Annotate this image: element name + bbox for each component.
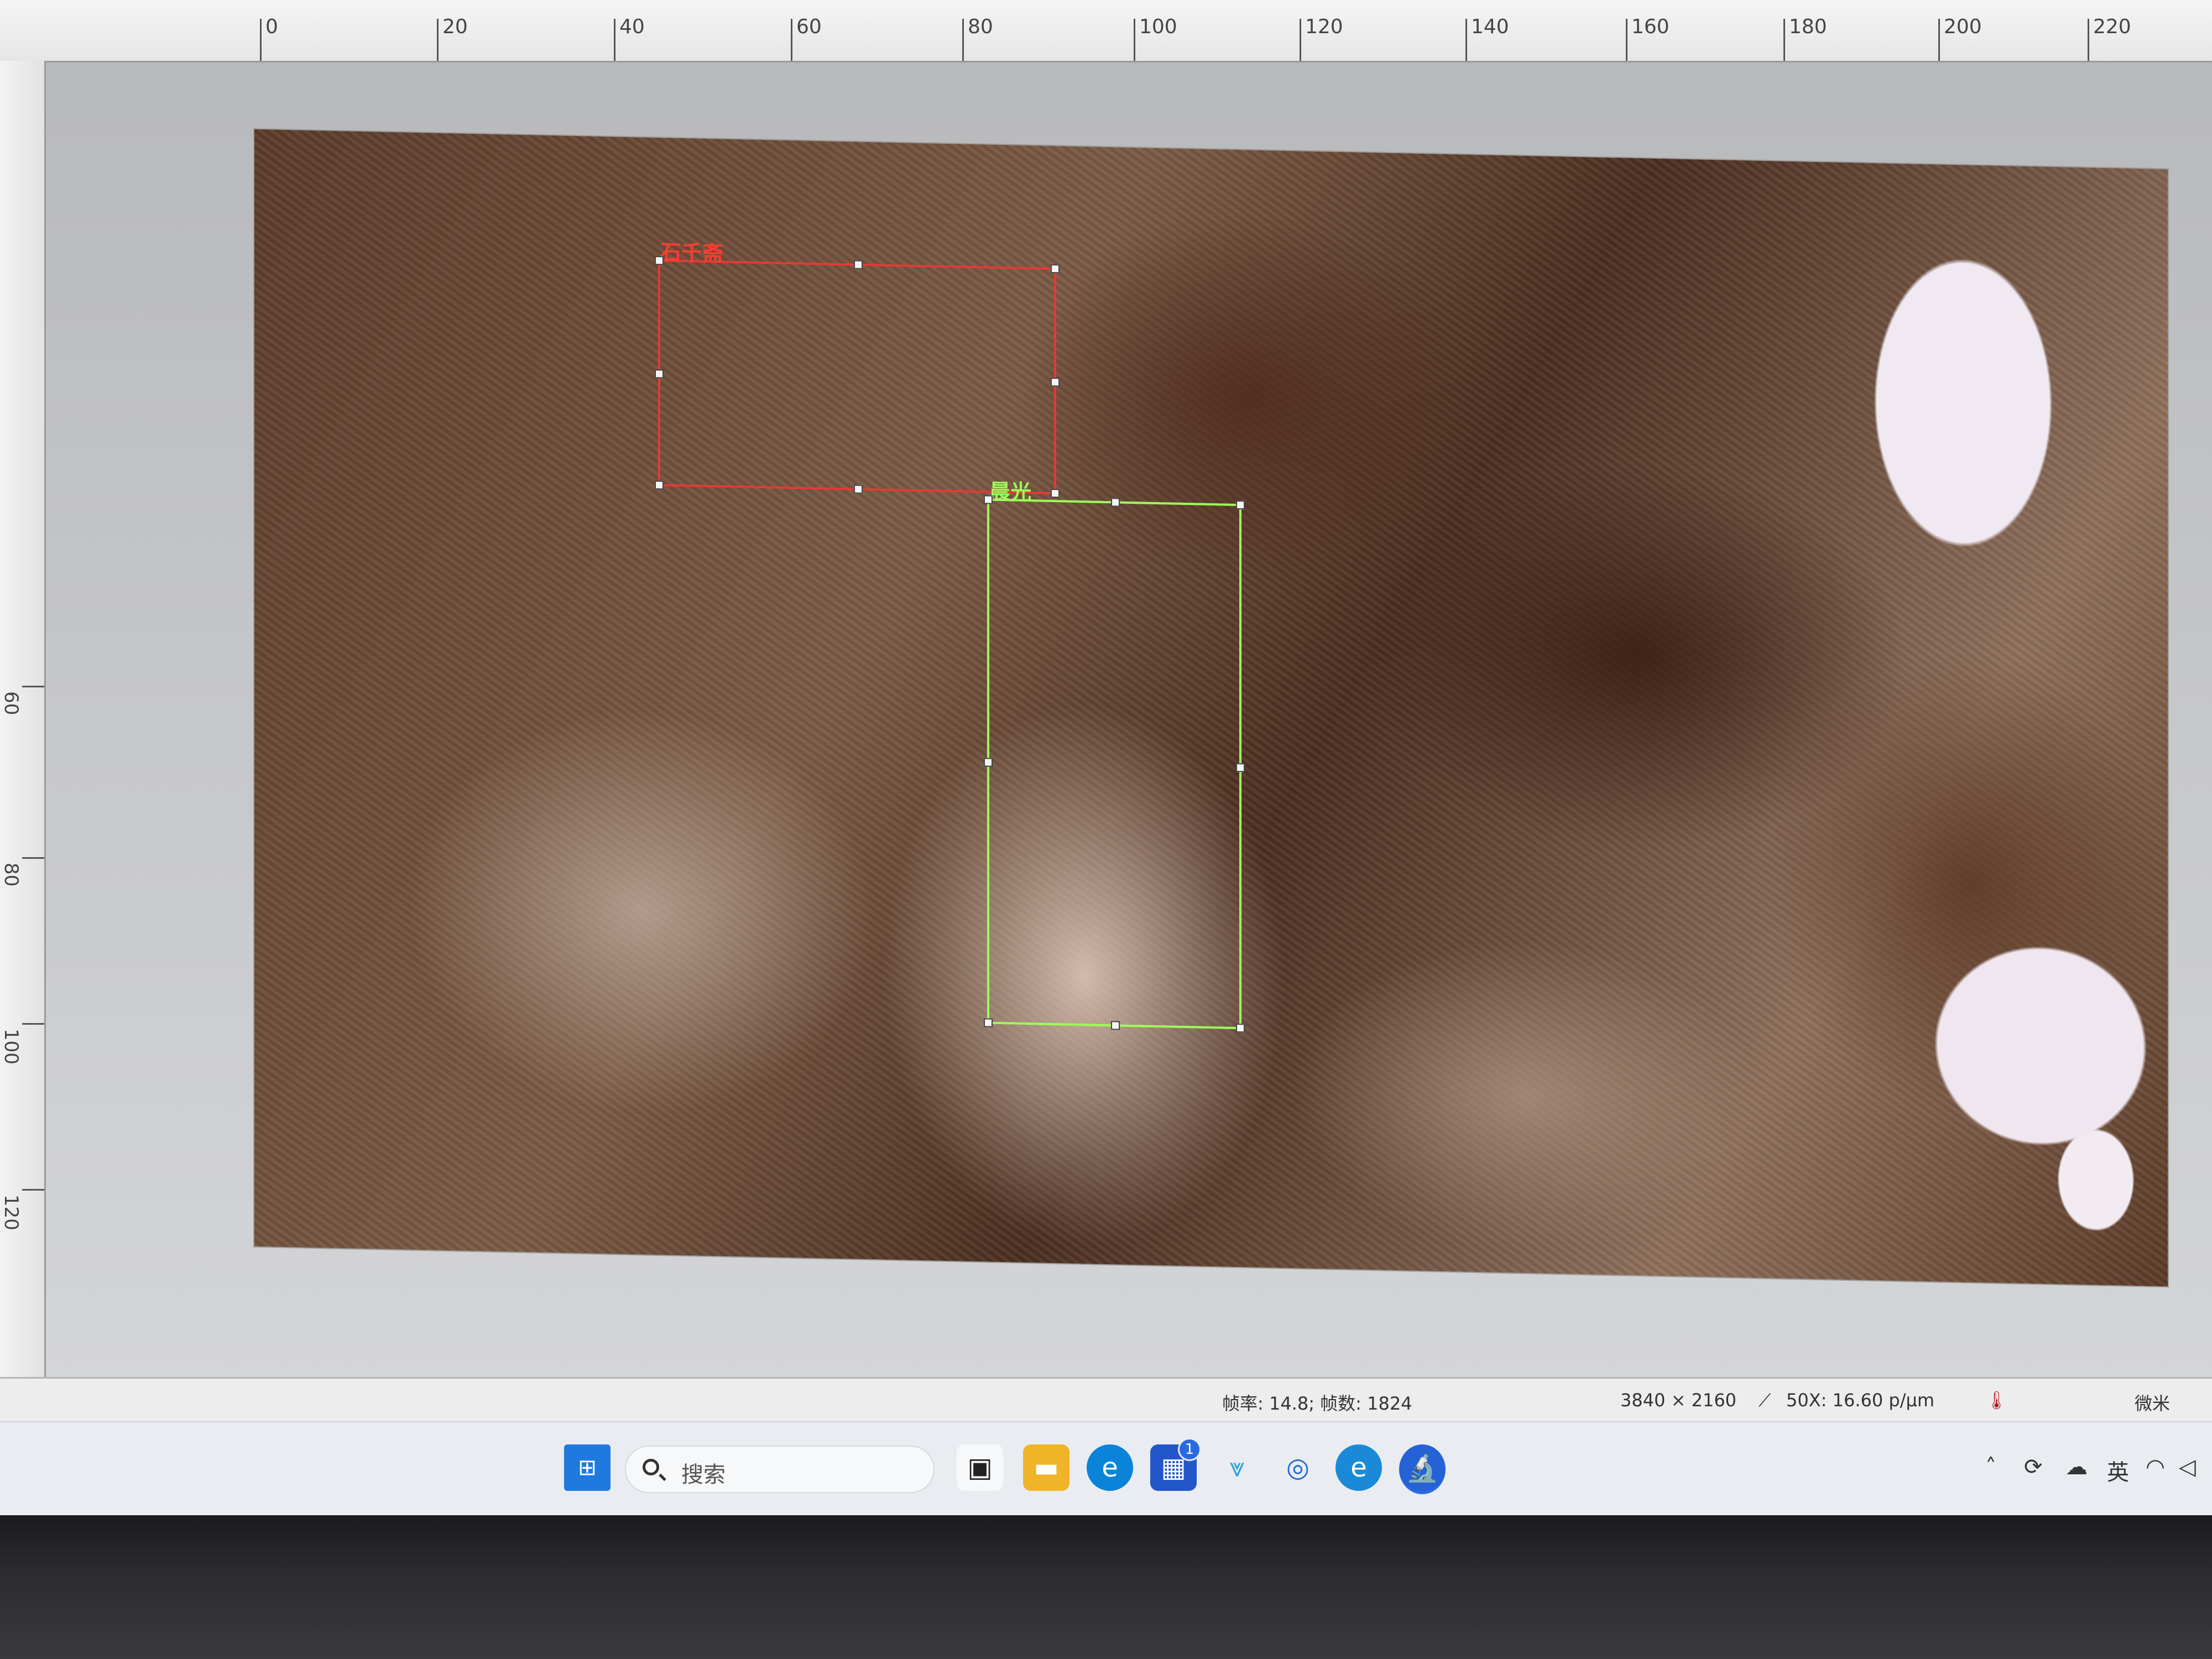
ruler-label-200: 200 — [1944, 15, 1982, 38]
ruler-tick — [791, 19, 792, 61]
resize-handle[interactable] — [1236, 500, 1245, 510]
wifi-icon[interactable]: ◠ — [2146, 1454, 2165, 1480]
calibration-icon[interactable]: ⟋ — [1759, 1390, 1771, 1411]
volume-icon[interactable]: ◁ — [2179, 1454, 2196, 1480]
ruler-label-100: 100 — [1139, 15, 1177, 38]
monitor-screen: 0 20 40 60 80 100 120 140 160 180 200 22… — [0, 0, 2212, 1515]
ruler-label-0: 0 — [265, 15, 278, 38]
ruler-label-80: 80 — [968, 15, 993, 38]
resize-handle[interactable] — [854, 260, 863, 269]
resize-handle[interactable] — [1236, 1023, 1245, 1033]
thermometer-icon: 🌡 — [1985, 1390, 2008, 1411]
roi-box-green[interactable]: 晨光 — [984, 479, 1245, 1033]
network-app-icon[interactable]: ⩔ — [1214, 1444, 1260, 1491]
ruler-tick — [614, 19, 615, 61]
taskbar: ⊞ 搜索 ▣ ▬ e ▦ 1 ⩔ ◎ e 🔬 ˄ ⟳ ☁ 英 ◠ ◁ — [0, 1421, 2212, 1515]
frame-info: 帧率: 14.8; 帧数: 1824 — [1222, 1393, 1412, 1414]
resize-handle[interactable] — [1051, 377, 1060, 387]
horizontal-ruler: 0 20 40 60 80 100 120 140 160 180 200 22… — [0, 0, 2212, 62]
vertical-ruler: 60 80 100 120 — [0, 61, 46, 1377]
ruler-label-220: 220 — [2093, 15, 2131, 38]
resize-handle[interactable] — [1236, 763, 1245, 773]
edge-browser-icon[interactable]: e — [1087, 1444, 1133, 1491]
microscope-image[interactable]: 石千斋 晨光 — [254, 129, 2168, 1287]
monitor-bezel — [0, 1515, 2212, 1659]
resize-handle[interactable] — [984, 1018, 993, 1027]
ruler-tick — [22, 686, 44, 687]
ruler-label-20: 20 — [442, 15, 468, 38]
ruler-tick — [2088, 19, 2089, 61]
microscope-app-icon[interactable]: 🔬 — [1399, 1444, 1446, 1494]
ruler-label-120: 120 — [1305, 15, 1343, 38]
resize-handle[interactable] — [854, 484, 863, 494]
search-placeholder: 搜索 — [681, 1462, 726, 1488]
roi-box-red[interactable]: 石千斋 — [655, 240, 1060, 498]
task-view-icon[interactable]: ▣ — [957, 1444, 1003, 1491]
ruler-label-60: 60 — [796, 15, 822, 38]
ruler-tick — [1134, 19, 1135, 61]
ruler-label-180: 180 — [1789, 15, 1827, 38]
resize-handle[interactable] — [1051, 488, 1060, 498]
settings-app-icon[interactable]: ◎ — [1275, 1444, 1321, 1491]
resize-handle[interactable] — [1111, 498, 1120, 507]
resize-handle[interactable] — [1111, 1021, 1120, 1030]
roi-label-red: 石千斋 — [660, 240, 724, 266]
notification-badge: 1 — [1178, 1438, 1201, 1461]
resize-handle[interactable] — [984, 758, 993, 767]
ruler-tick — [22, 1023, 44, 1025]
cloud-icon[interactable]: ☁ — [2065, 1454, 2088, 1480]
ruler-tick — [260, 19, 262, 61]
resize-handle[interactable] — [655, 369, 664, 379]
windows-start-icon[interactable]: ⊞ — [564, 1444, 611, 1491]
ruler-label-60: 60 — [0, 691, 22, 716]
ruler-tick — [962, 19, 964, 61]
unit-label[interactable]: 微米 — [2135, 1390, 2170, 1415]
ruler-label-160: 160 — [1631, 15, 1670, 38]
calibration-info[interactable]: 50X: 16.60 p/μm — [1786, 1390, 1934, 1411]
ruler-label-100: 100 — [0, 1029, 22, 1065]
edge-ai-icon[interactable]: e — [1335, 1444, 1382, 1491]
ruler-tick — [1783, 19, 1785, 61]
store-icon[interactable]: ▦ 1 — [1150, 1438, 1201, 1491]
resolution-info: 3840 × 2160 — [1620, 1390, 1737, 1411]
resize-handle[interactable] — [1051, 264, 1060, 274]
ruler-label-80: 80 — [0, 863, 22, 887]
ruler-tick — [1626, 19, 1627, 61]
roi-label-green: 晨光 — [989, 479, 1032, 505]
taskbar-search[interactable]: 搜索 — [625, 1446, 935, 1493]
ruler-label-120: 120 — [0, 1194, 22, 1230]
resize-handle[interactable] — [984, 495, 993, 504]
ruler-label-40: 40 — [619, 15, 645, 38]
ruler-tick — [1465, 19, 1467, 61]
status-bar: 帧率: 14.8; 帧数: 1824 3840 × 2160 ⟋ 50X: 16… — [0, 1377, 2212, 1423]
resize-handle[interactable] — [655, 255, 664, 265]
file-explorer-icon[interactable]: ▬ — [1023, 1444, 1070, 1491]
ruler-tick — [437, 19, 439, 61]
sync-icon[interactable]: ⟳ — [2024, 1454, 2043, 1480]
resize-handle[interactable] — [655, 480, 664, 490]
ruler-tick — [1938, 19, 1940, 61]
ruler-tick — [22, 1189, 44, 1191]
chevron-up-icon[interactable]: ˄ — [1985, 1454, 1996, 1480]
ime-indicator[interactable]: 英 — [2107, 1454, 2129, 1486]
ruler-tick — [22, 857, 44, 859]
search-icon — [643, 1459, 659, 1475]
ruler-tick — [1300, 19, 1301, 61]
ruler-label-140: 140 — [1471, 15, 1509, 38]
